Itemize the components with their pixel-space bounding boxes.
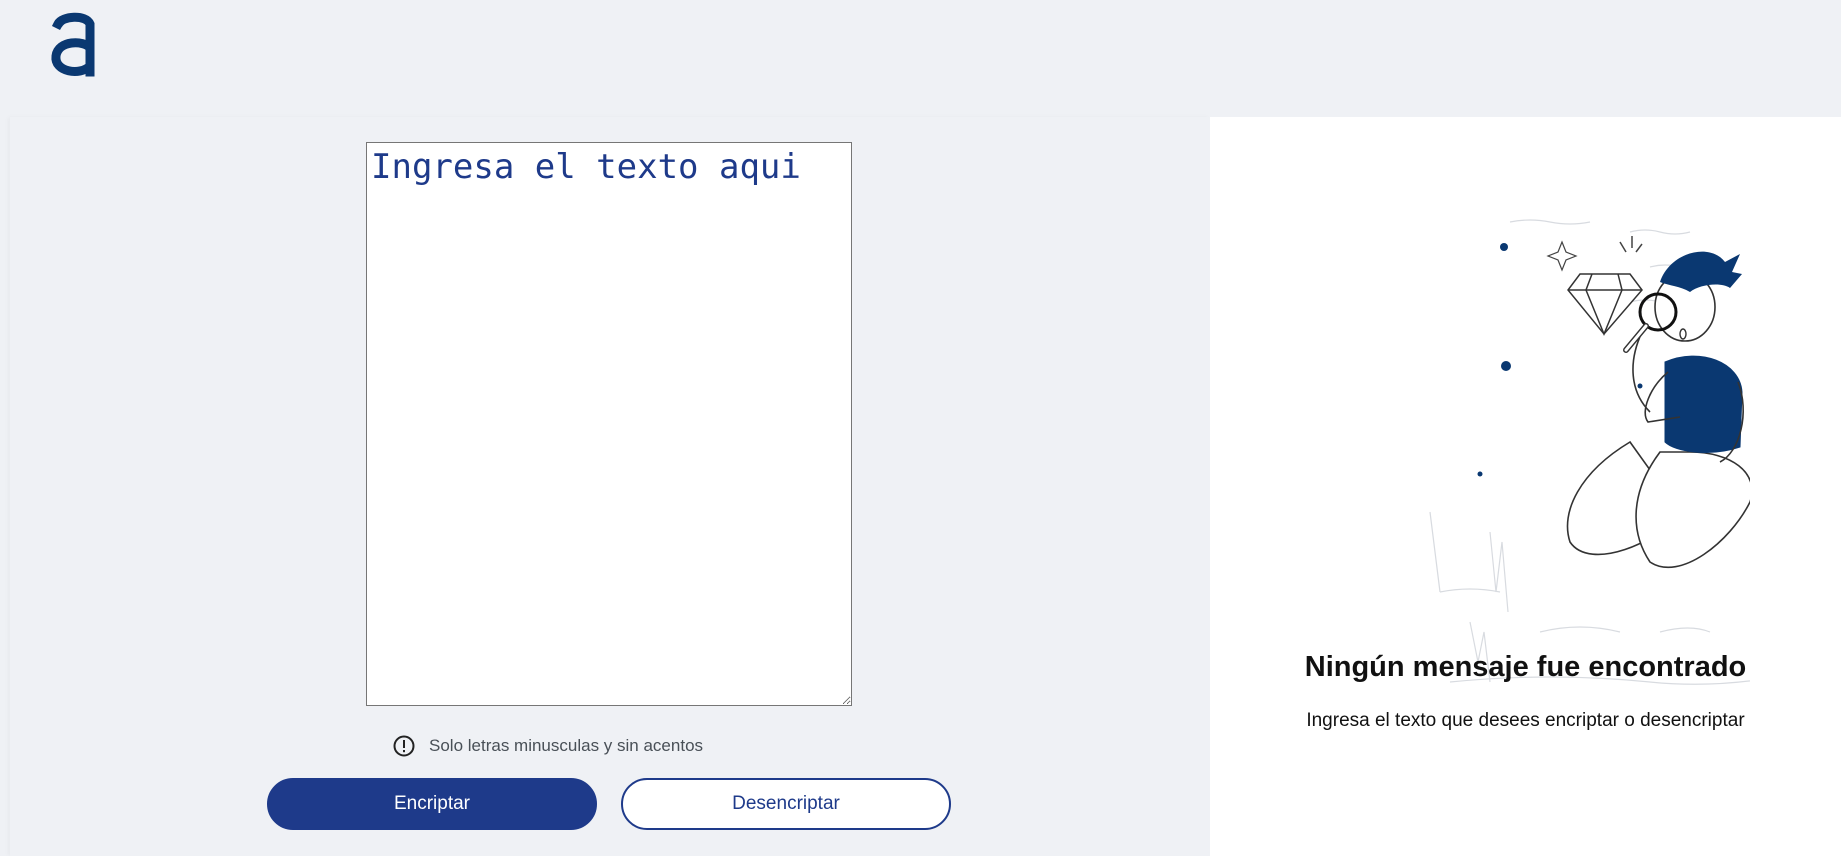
text-input[interactable]: [366, 142, 852, 706]
encrypt-button[interactable]: Encriptar: [267, 778, 597, 830]
alura-logo-icon[interactable]: [50, 10, 98, 78]
empty-state-subtitle: Ingresa el texto que desees encriptar o …: [1306, 710, 1745, 731]
exclamation-circle-icon: [393, 735, 415, 757]
result-panel: Ningún mensaje fue encontrado Ingresa el…: [1210, 117, 1841, 856]
app-page: Solo letras minusculas y sin acentos Enc…: [0, 0, 1841, 856]
text-input-container: [366, 142, 852, 706]
decrypt-button[interactable]: Desencriptar: [621, 778, 951, 830]
input-hint: Solo letras minusculas y sin acentos: [393, 734, 703, 758]
hint-text: Solo letras minusculas y sin acentos: [429, 736, 704, 755]
empty-state-title: Ningún mensaje fue encontrado: [1304, 651, 1747, 683]
